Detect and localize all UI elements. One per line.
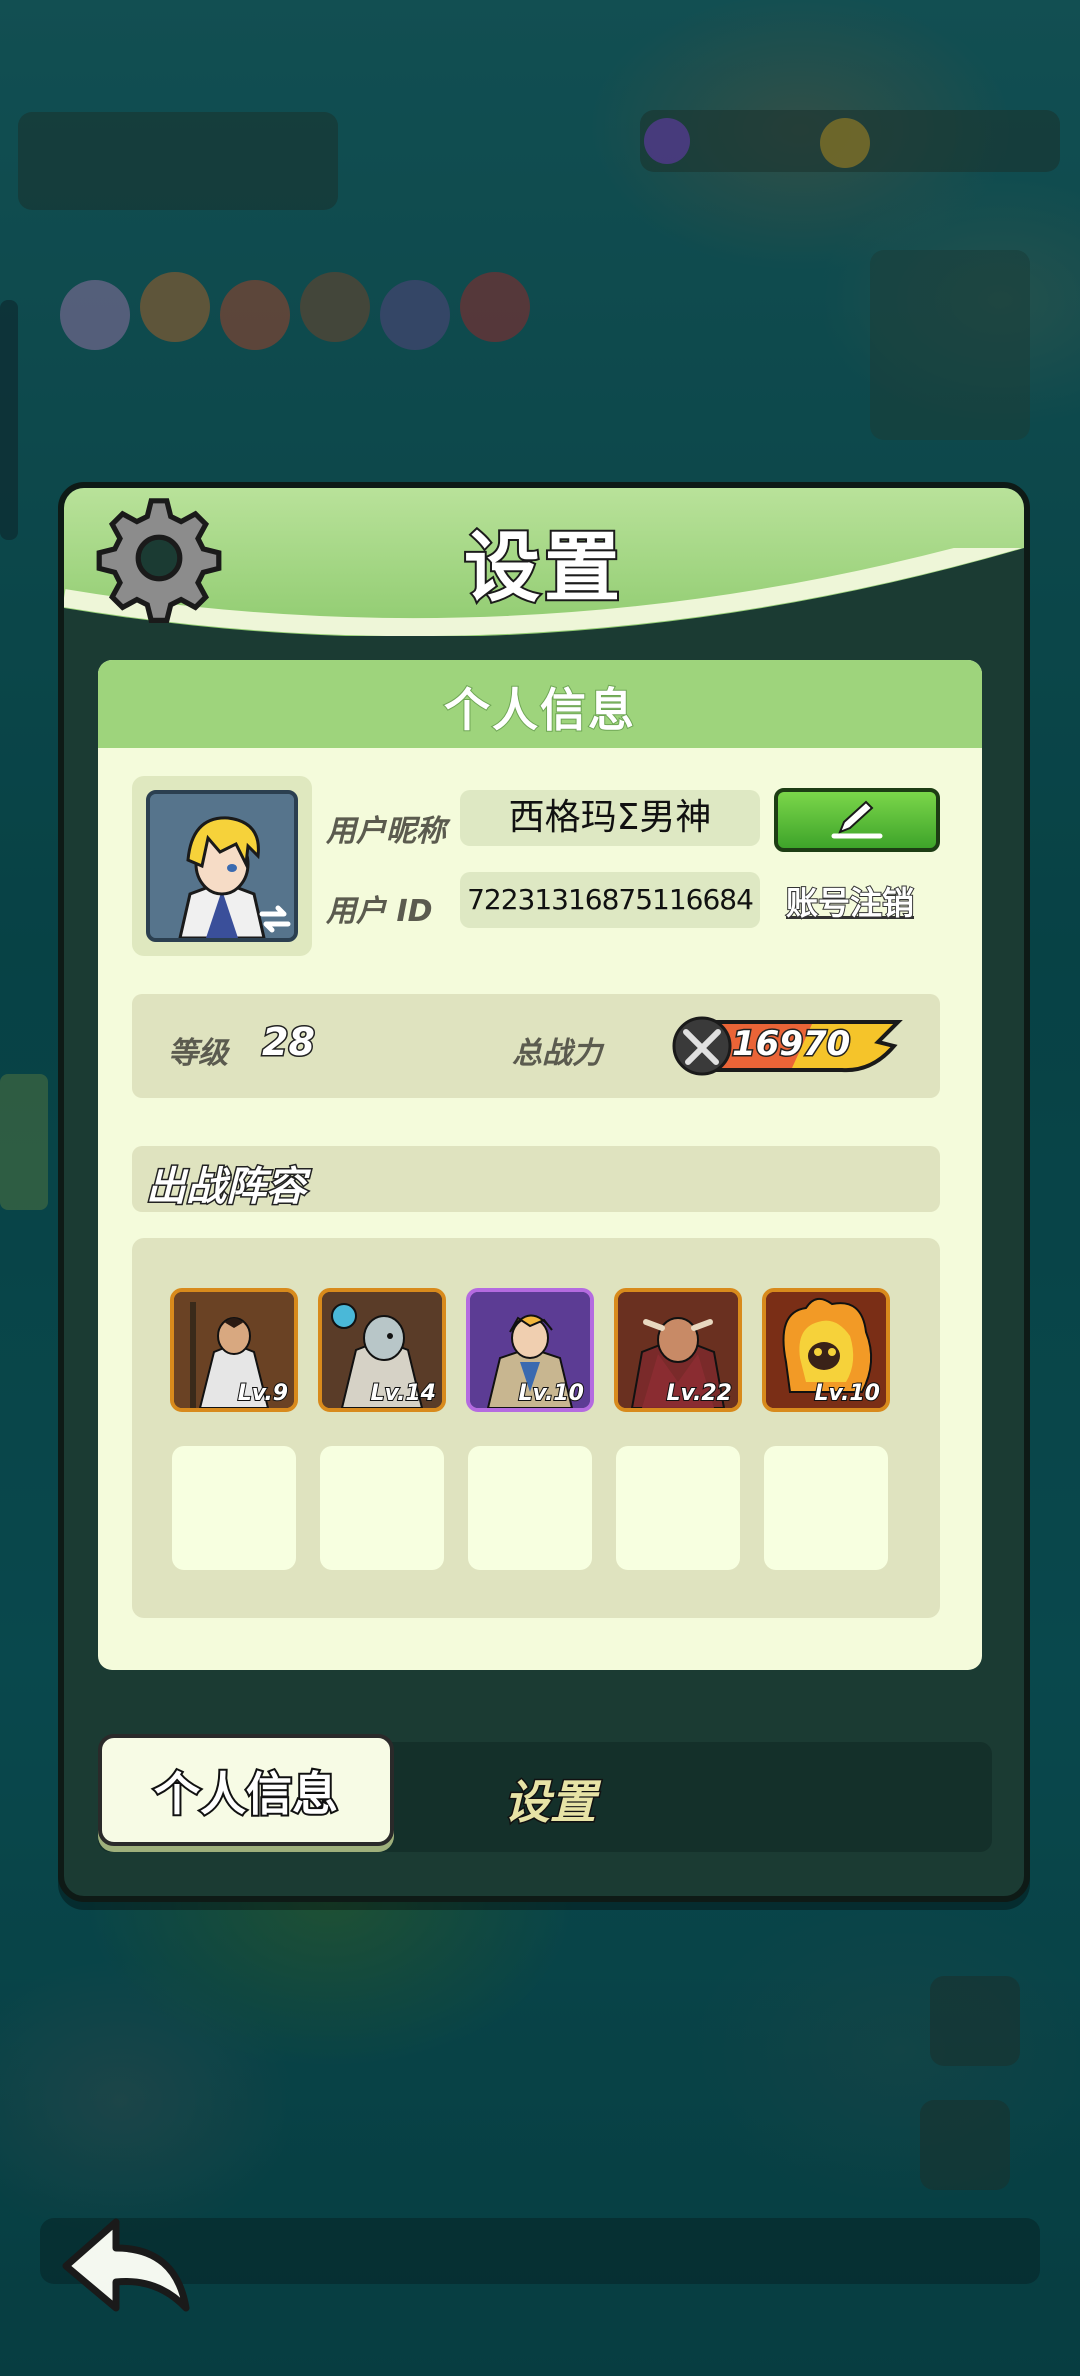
- tab-settings[interactable]: 设置: [503, 1766, 598, 1832]
- hero-level: Lv.14: [369, 1380, 437, 1407]
- dialog-title: 设置: [462, 521, 624, 614]
- edit-nickname-button[interactable]: [774, 788, 940, 852]
- level-label: 等级: [168, 1036, 228, 1071]
- hero-card[interactable]: Lv.10: [762, 1288, 890, 1412]
- section-header: 个人信息: [98, 660, 982, 748]
- back-arrow-icon[interactable]: [58, 2212, 194, 2322]
- power-label: 总战力: [512, 1036, 602, 1071]
- user-id-label: 用户 ID: [326, 894, 433, 929]
- avatar-frame[interactable]: [132, 776, 312, 956]
- nickname-label: 用户昵称: [326, 814, 446, 849]
- section-title: 个人信息: [443, 682, 636, 738]
- lineup-grid: Lv.9 Lv.14 Lv.10 Lv.22 Lv.10: [132, 1238, 940, 1618]
- empty-hero-slot[interactable]: [468, 1446, 592, 1570]
- hero-level: Lv.22: [665, 1380, 733, 1407]
- avatar[interactable]: [146, 790, 298, 942]
- pencil-icon: [831, 800, 883, 839]
- swap-icon[interactable]: [258, 902, 292, 936]
- profile-panel: 个人信息 用户昵称 西格玛Σ男神 用户 ID 72231316875116684…: [98, 660, 982, 1670]
- power-badge: 16970: [672, 1014, 904, 1078]
- stats-row: 等级 28 总战力 16970: [132, 994, 940, 1098]
- hero-card[interactable]: Lv.14: [318, 1288, 446, 1412]
- settings-dialog: 设置 个人信息 用户昵称 西格玛Σ男神 用户 ID 72231316875116…: [58, 482, 1030, 1902]
- hero-card[interactable]: Lv.9: [170, 1288, 298, 1412]
- lineup-header: 出战阵容: [132, 1146, 940, 1212]
- hero-card[interactable]: Lv.10: [466, 1288, 594, 1412]
- hero-level: Lv.10: [517, 1380, 585, 1407]
- empty-hero-slot[interactable]: [764, 1446, 888, 1570]
- tab-profile-label: 个人信息: [152, 1765, 340, 1823]
- nickname-field: 西格玛Σ男神: [460, 790, 760, 846]
- lineup-title: 出战阵容: [145, 1163, 308, 1212]
- level-value: 28: [261, 1019, 317, 1066]
- account-delete-link[interactable]: 账号注销: [785, 878, 915, 924]
- hero-level: Lv.9: [237, 1380, 289, 1407]
- tab-profile[interactable]: 个人信息: [98, 1734, 394, 1846]
- empty-hero-slot[interactable]: [172, 1446, 296, 1570]
- hero-level: Lv.10: [813, 1380, 881, 1407]
- empty-hero-slot[interactable]: [616, 1446, 740, 1570]
- empty-hero-slot[interactable]: [320, 1446, 444, 1570]
- user-id-field: 72231316875116684: [460, 872, 760, 928]
- dialog-header: 设置: [64, 488, 1024, 636]
- power-value: 16970: [730, 1023, 851, 1066]
- hero-card[interactable]: Lv.22: [614, 1288, 742, 1412]
